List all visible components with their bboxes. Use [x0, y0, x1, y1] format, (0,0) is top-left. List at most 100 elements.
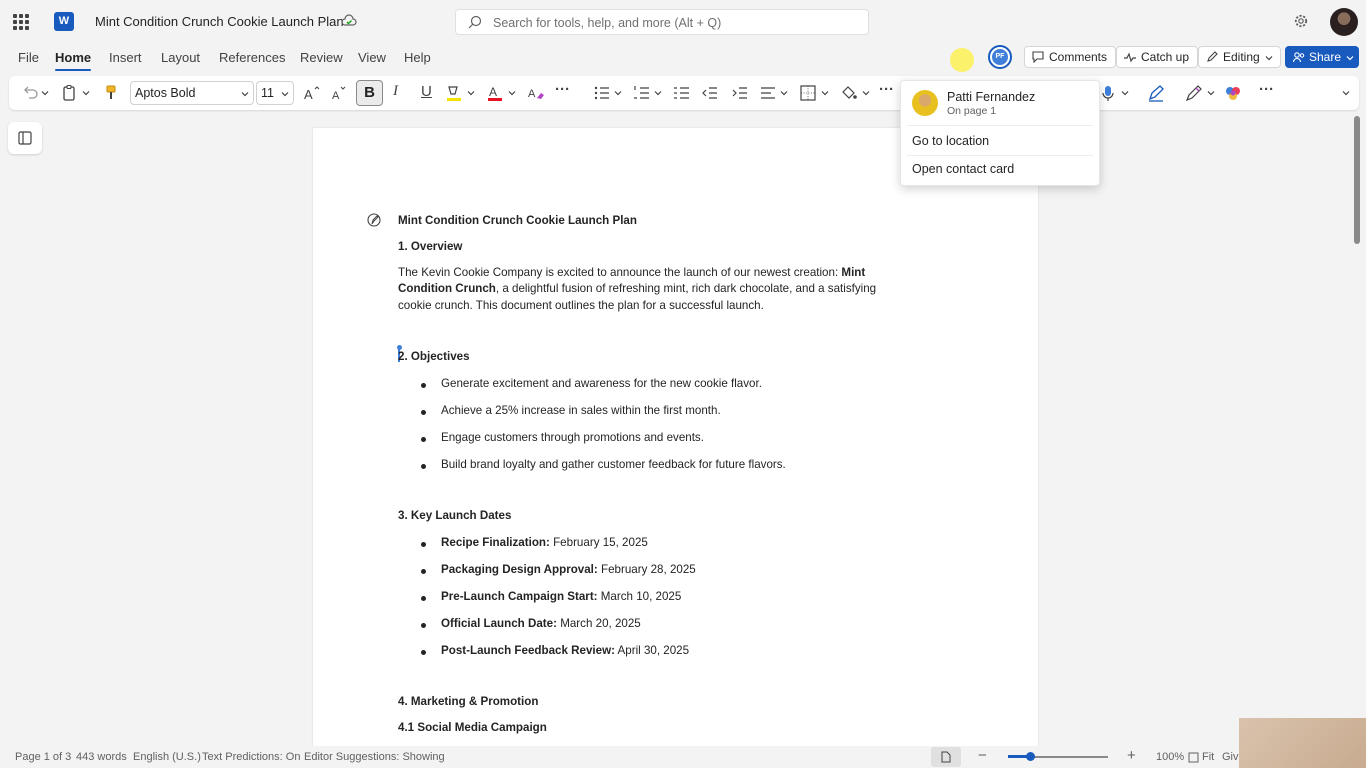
fit-icon	[1188, 752, 1199, 763]
clipboard-paste-icon[interactable]	[61, 84, 79, 102]
more-options-icon[interactable]: ···	[1259, 81, 1274, 98]
editing-mode-button[interactable]: Editing	[1198, 46, 1281, 68]
tab-review[interactable]: Review	[300, 50, 343, 65]
date-value: March 10, 2025	[597, 590, 682, 603]
shrink-font-icon[interactable]: A	[330, 84, 348, 102]
tab-insert[interactable]: Insert	[109, 50, 142, 65]
clear-formatting-icon[interactable]: A	[527, 84, 545, 102]
checklist-icon[interactable]	[673, 84, 691, 102]
italic-button[interactable]: I	[393, 83, 398, 100]
document-heading: Mint Condition Crunch Cookie Launch Plan	[398, 214, 637, 227]
chevron-down-icon[interactable]	[1121, 89, 1129, 97]
navigation-pane-button[interactable]	[8, 122, 42, 154]
fit-button[interactable]: Fit	[1202, 751, 1214, 763]
comments-label: Comments	[1049, 50, 1108, 64]
editing-label: Editing	[1223, 50, 1260, 64]
chevron-down-icon[interactable]	[82, 89, 90, 97]
more-paragraph-options-icon[interactable]: ···	[879, 81, 894, 98]
more-font-options-icon[interactable]: ···	[555, 81, 570, 98]
word-count[interactable]: 443 words	[76, 751, 127, 763]
tab-layout[interactable]: Layout	[161, 50, 200, 65]
chevron-down-icon[interactable]	[508, 89, 516, 97]
chevron-down-icon[interactable]	[467, 89, 475, 97]
tab-file[interactable]: File	[18, 50, 39, 65]
chevron-down-icon[interactable]	[614, 89, 622, 97]
tab-help[interactable]: Help	[404, 50, 431, 65]
decrease-indent-icon[interactable]	[701, 84, 719, 102]
editor-icon[interactable]	[1147, 84, 1165, 102]
shading-icon[interactable]	[840, 84, 858, 102]
zoom-in-icon[interactable]: +	[1127, 747, 1136, 764]
chevron-down-icon	[281, 92, 289, 97]
tab-references[interactable]: References	[219, 50, 285, 65]
font-name-dropdown[interactable]: Aptos Bold	[130, 81, 254, 105]
cloud-saved-icon[interactable]	[341, 13, 357, 29]
app-launcher-icon[interactable]	[13, 14, 29, 30]
chevron-down-icon	[1265, 56, 1273, 61]
list-item-objective: Achieve a 25% increase in sales within t…	[421, 404, 721, 417]
text-predictions-status[interactable]: Text Predictions: On	[202, 751, 300, 763]
presence-avatar-button[interactable]: PF	[988, 45, 1012, 69]
account-avatar[interactable]	[1330, 8, 1358, 36]
word-logo-icon: W	[54, 12, 74, 31]
search-icon	[468, 15, 482, 29]
font-color-icon[interactable]: A	[486, 84, 504, 102]
page-count[interactable]: Page 1 of 3	[15, 751, 71, 763]
catch-up-button[interactable]: Catch up	[1116, 46, 1199, 68]
zoom-slider-thumb[interactable]	[1026, 752, 1035, 761]
search-input[interactable]	[493, 14, 853, 32]
chevron-down-icon[interactable]	[821, 89, 829, 97]
comments-button[interactable]: Comments	[1024, 46, 1117, 68]
dictate-microphone-icon[interactable]	[1099, 84, 1117, 102]
zoom-out-icon[interactable]: −	[978, 747, 987, 764]
undo-icon[interactable]	[21, 84, 39, 102]
search-box[interactable]	[455, 9, 869, 35]
draw-pen-icon[interactable]	[1185, 84, 1203, 102]
collapse-ribbon-chevron-icon[interactable]	[1342, 89, 1350, 97]
chevron-down-icon[interactable]	[862, 89, 870, 97]
zoom-level[interactable]: 100%	[1156, 751, 1184, 763]
format-painter-icon[interactable]	[102, 84, 120, 102]
co-authoring-icon[interactable]	[366, 212, 382, 228]
borders-icon[interactable]	[799, 84, 817, 102]
underline-button[interactable]: U	[421, 83, 432, 100]
formatting-toolbar: Aptos Bold 11 A A B I U A A ··· ··· ···	[9, 76, 1359, 110]
bullets-icon[interactable]	[593, 84, 611, 102]
align-icon[interactable]	[759, 84, 777, 102]
font-size-value: 11	[261, 86, 274, 100]
share-button[interactable]: Share	[1285, 46, 1359, 68]
product-name-bold-2: Condition Crunch	[398, 282, 496, 296]
chevron-down-icon[interactable]	[780, 89, 788, 97]
chevron-down-icon[interactable]	[654, 89, 662, 97]
svg-text:A: A	[304, 87, 313, 102]
overview-text-3: cookie crunch. This document outlines th…	[398, 298, 764, 312]
language-status[interactable]: English (U.S.)	[133, 751, 201, 763]
font-size-dropdown[interactable]: 11	[256, 81, 294, 105]
list-item-date: Packaging Design Approval: February 28, …	[421, 563, 696, 576]
document-title[interactable]: Mint Condition Crunch Cookie Launch Plan	[95, 14, 344, 29]
open-contact-card-menu-item[interactable]: Open contact card	[912, 162, 1014, 176]
date-label: Pre-Launch Campaign Start:	[441, 590, 598, 603]
copilot-icon[interactable]	[1224, 84, 1242, 102]
print-layout-view-button[interactable]	[931, 747, 961, 767]
editor-suggestions-status[interactable]: Editor Suggestions: Showing	[304, 751, 445, 763]
settings-gear-icon[interactable]	[1293, 13, 1309, 29]
grow-font-icon[interactable]: A	[303, 84, 321, 102]
increase-indent-icon[interactable]	[731, 84, 749, 102]
activity-icon	[1124, 52, 1136, 63]
give-feedback-button[interactable]: Giv	[1222, 751, 1239, 763]
bold-button[interactable]: B	[356, 80, 383, 106]
svg-text:A: A	[332, 90, 340, 102]
divider	[907, 125, 1093, 126]
tab-home[interactable]: Home	[55, 50, 92, 71]
section-heading-overview: 1. Overview	[398, 240, 463, 253]
chevron-down-icon[interactable]	[41, 89, 49, 97]
date-value: February 15, 2025	[549, 536, 648, 549]
highlighter-icon[interactable]	[445, 84, 463, 102]
product-name-bold-1: Mint	[841, 266, 866, 279]
vertical-scrollbar[interactable]	[1354, 116, 1360, 244]
go-to-location-menu-item[interactable]: Go to location	[912, 134, 989, 148]
numbering-icon[interactable]	[633, 84, 651, 102]
tab-view[interactable]: View	[358, 50, 386, 65]
chevron-down-icon[interactable]	[1207, 89, 1215, 97]
